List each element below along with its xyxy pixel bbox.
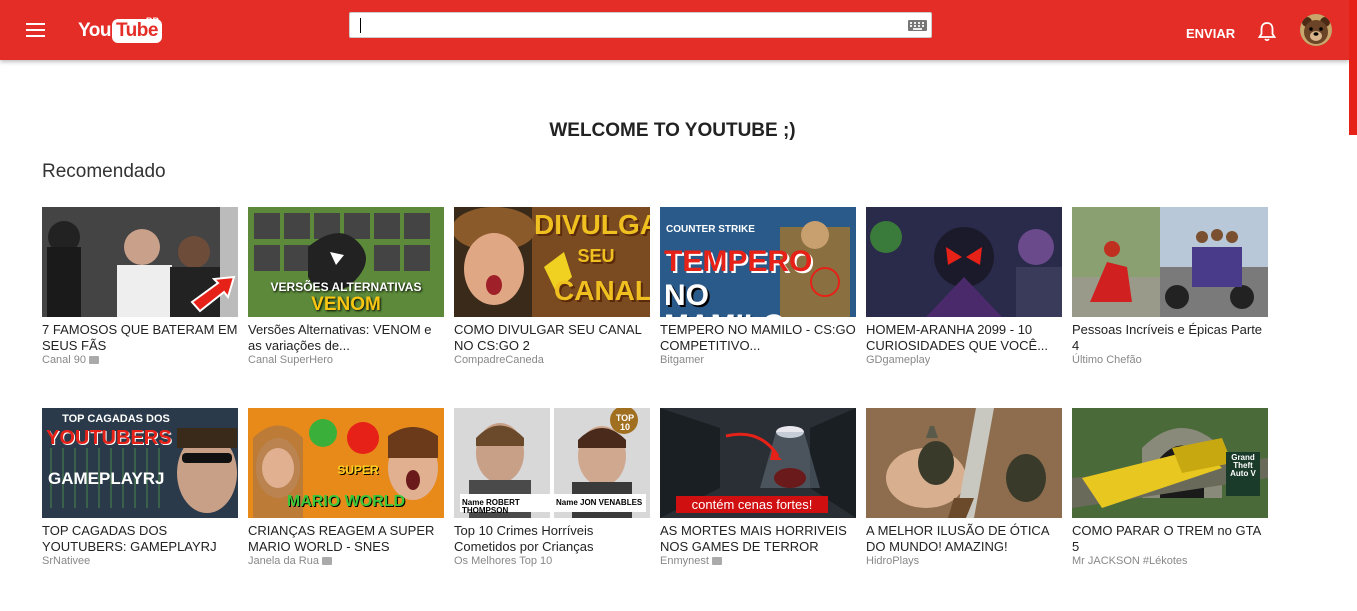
bear-avatar[interactable] bbox=[1300, 14, 1332, 46]
thumbnail-caption: NO MAMILO bbox=[664, 279, 786, 318]
video-card[interactable]: DIVULGAR SEU CANAL COMO DIVULGAR SEU CAN… bbox=[454, 207, 650, 366]
video-thumbnail[interactable] bbox=[42, 207, 238, 317]
thumbnail-caption: TEMPERO bbox=[664, 245, 813, 278]
video-title[interactable]: COMO DIVULGAR SEU CANAL NO CS:GO 2 bbox=[454, 322, 650, 354]
channel-name[interactable]: SrNativee bbox=[42, 555, 238, 567]
thumbnail-caption: TOP CAGADAS DOS bbox=[62, 413, 170, 425]
video-title[interactable]: A MELHOR ILUSÃO DE ÓTICA DO MUNDO! AMAZI… bbox=[866, 523, 1062, 555]
video-thumbnail[interactable]: contém cenas fortes! bbox=[660, 408, 856, 518]
channel-name[interactable]: Canal SuperHero bbox=[248, 354, 444, 366]
thumbnail-caption: Name ROBERT THOMPSON bbox=[462, 498, 520, 515]
video-thumbnail[interactable] bbox=[866, 207, 1062, 317]
channel-name[interactable]: Mr JACKSON #Lékotes bbox=[1072, 555, 1268, 567]
video-card[interactable]: HOMEM-ARANHA 2099 - 10 CURIOSIDADES QUE … bbox=[866, 207, 1062, 366]
video-thumbnail[interactable]: VERSÕES ALTERNATIVAS VENOM bbox=[248, 207, 444, 317]
channel-name[interactable]: Enmynest bbox=[660, 555, 856, 567]
video-title[interactable]: COMO PARAR O TREM no GTA 5 bbox=[1072, 523, 1268, 555]
thumbnail-caption: VERSÕES ALTERNATIVAS bbox=[270, 280, 422, 294]
video-card[interactable]: Grand Theft Auto V COMO PARAR O TREM no … bbox=[1072, 408, 1268, 567]
video-card[interactable]: Pessoas Incríveis e Épicas Parte 4 Últim… bbox=[1072, 207, 1268, 366]
video-card[interactable]: TOP 10 Name ROBERT THOMPSON Name JON VEN… bbox=[454, 408, 650, 567]
hamburger-menu-icon[interactable] bbox=[26, 23, 46, 37]
video-card[interactable]: contém cenas fortes! AS MORTES MAIS HORR… bbox=[660, 408, 856, 567]
masthead: You Tube BR ENVIAR bbox=[0, 0, 1349, 60]
channel-name[interactable]: Janela da Rua bbox=[248, 555, 444, 567]
thumbnail-caption: Name JON VENABLES bbox=[556, 498, 643, 507]
section-title: Recomendado bbox=[42, 161, 166, 182]
video-title[interactable]: Pessoas Incríveis e Épicas Parte 4 bbox=[1072, 322, 1268, 354]
thumbnail-caption: Grand Theft Auto V bbox=[1230, 453, 1256, 478]
logo-you-text: You bbox=[78, 20, 111, 41]
video-card[interactable]: VERSÕES ALTERNATIVAS VENOM Versões Alter… bbox=[248, 207, 444, 366]
channel-name[interactable]: Os Melhores Top 10 bbox=[454, 555, 650, 567]
video-card[interactable]: 7 FAMOSOS QUE BATERAM EM SEUS FÃS Canal … bbox=[42, 207, 238, 366]
thumbnail-caption: contém cenas fortes! bbox=[676, 496, 828, 513]
video-thumbnail[interactable]: SUPER MARIO WORLD bbox=[248, 408, 444, 518]
thumbnail-caption: COUNTER STRIKE bbox=[666, 224, 755, 235]
thumbnail-caption: DIVULGAR bbox=[534, 209, 650, 240]
video-card[interactable]: COUNTER STRIKE TEMPERO NO MAMILO TEMPERO… bbox=[660, 207, 856, 366]
channel-name[interactable]: Último Chefão bbox=[1072, 354, 1268, 366]
upload-button[interactable]: ENVIAR bbox=[1186, 26, 1235, 41]
video-thumbnail[interactable] bbox=[866, 408, 1062, 518]
bell-icon[interactable] bbox=[1257, 21, 1277, 43]
video-title[interactable]: AS MORTES MAIS HORRIVEIS NOS GAMES DE TE… bbox=[660, 523, 856, 555]
video-title[interactable]: HOMEM-ARANHA 2099 - 10 CURIOSIDADES QUE … bbox=[866, 322, 1062, 354]
channel-name[interactable]: Bitgamer bbox=[660, 354, 856, 366]
thumbnail-caption: GAMEPLAYRJ bbox=[48, 469, 165, 488]
thumbnail-caption: TOP 10 bbox=[615, 413, 635, 432]
channel-name[interactable]: GDgameplay bbox=[866, 354, 1062, 366]
video-thumbnail[interactable]: TOP CAGADAS DOS YOUTUBERS GAMEPLAYRJ bbox=[42, 408, 238, 518]
search-input[interactable] bbox=[349, 12, 932, 38]
channel-name-text: Janela da Rua bbox=[248, 555, 319, 567]
video-card[interactable]: A MELHOR ILUSÃO DE ÓTICA DO MUNDO! AMAZI… bbox=[866, 408, 1062, 567]
video-title[interactable]: Versões Alternativas: VENOM e as variaçõ… bbox=[248, 322, 444, 354]
keyboard-icon[interactable] bbox=[908, 20, 927, 31]
channel-name-text: Canal 90 bbox=[42, 354, 87, 366]
channel-name-text: Enmynest bbox=[660, 555, 709, 567]
channel-name[interactable]: HidroPlays bbox=[866, 555, 1062, 567]
channel-name[interactable]: Canal 90 bbox=[42, 354, 238, 366]
welcome-heading: WELCOME TO YOUTUBE ;) bbox=[549, 120, 796, 141]
thumbnail-caption: VENOM bbox=[311, 294, 381, 315]
video-title[interactable]: TEMPERO NO MAMILO - CS:GO COMPETITIVO... bbox=[660, 322, 856, 354]
verified-icon bbox=[321, 557, 332, 566]
thumbnail-caption: SUPER bbox=[337, 463, 379, 477]
text-caret bbox=[360, 18, 361, 33]
video-card[interactable]: SUPER MARIO WORLD CRIANÇAS REAGEM A SUPE… bbox=[248, 408, 444, 567]
video-thumbnail[interactable] bbox=[1072, 207, 1268, 317]
channel-name[interactable]: CompadreCaneda bbox=[454, 354, 650, 366]
video-thumbnail[interactable]: COUNTER STRIKE TEMPERO NO MAMILO bbox=[660, 207, 856, 317]
video-thumbnail[interactable]: DIVULGAR SEU CANAL bbox=[454, 207, 650, 317]
verified-icon bbox=[89, 356, 100, 365]
verified-icon bbox=[711, 557, 722, 566]
thumbnail-caption: YOUTUBERS bbox=[46, 427, 172, 449]
video-thumbnail[interactable]: Grand Theft Auto V bbox=[1072, 408, 1268, 518]
thumbnail-caption: SEU bbox=[577, 246, 615, 266]
video-title[interactable]: Top 10 Crimes Horríveis Cometidos por Cr… bbox=[454, 523, 650, 555]
scrollbar[interactable] bbox=[1349, 0, 1357, 135]
video-title[interactable]: CRIANÇAS REAGEM A SUPER MARIO WORLD - SN… bbox=[248, 523, 444, 555]
video-title[interactable]: 7 FAMOSOS QUE BATERAM EM SEUS FÃS bbox=[42, 322, 238, 354]
video-title[interactable]: TOP CAGADAS DOS YOUTUBERS: GAMEPLAYRJ bbox=[42, 523, 238, 555]
video-card[interactable]: TOP CAGADAS DOS YOUTUBERS GAMEPLAYRJ TOP… bbox=[42, 408, 238, 567]
country-code: BR bbox=[146, 16, 159, 26]
thumbnail-caption: MARIO WORLD bbox=[286, 493, 406, 510]
video-thumbnail[interactable]: TOP 10 Name ROBERT THOMPSON Name JON VEN… bbox=[454, 408, 650, 518]
thumbnail-caption: CANAL bbox=[554, 275, 650, 306]
